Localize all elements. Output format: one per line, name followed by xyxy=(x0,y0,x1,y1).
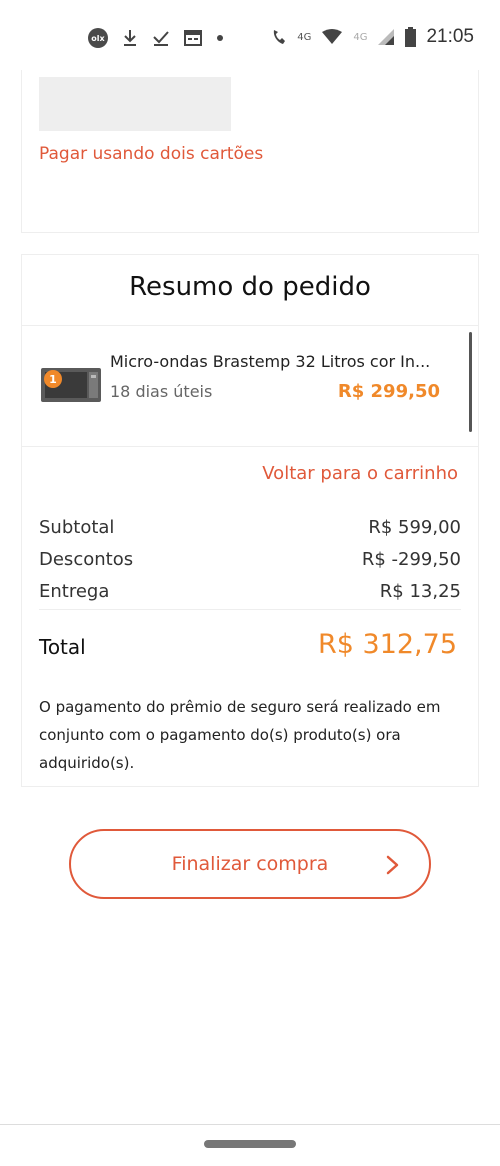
delivery-row: Entrega R$ 13,25 xyxy=(39,581,461,602)
divider xyxy=(39,609,461,610)
dot-icon xyxy=(216,34,224,42)
item-list-scrollbar[interactable] xyxy=(469,332,472,432)
finalize-purchase-label: Finalizar compra xyxy=(171,853,329,875)
total-value: R$ 312,75 xyxy=(318,629,457,660)
discounts-row: Descontos R$ -299,50 xyxy=(39,549,461,570)
home-gesture-bar[interactable] xyxy=(204,1140,296,1148)
nav-divider xyxy=(0,1124,500,1125)
delivery-time: 18 dias úteis xyxy=(110,382,213,401)
status-bar-notifications: olx xyxy=(88,28,224,48)
wifi-icon xyxy=(321,29,343,45)
order-summary-card: Resumo do pedido 1 Micro-ondas Brastemp … xyxy=(21,254,479,787)
product-price: R$ 299,50 xyxy=(337,381,440,402)
chevron-right-icon xyxy=(386,855,399,875)
wifi-call-icon xyxy=(271,28,287,46)
network-label: 4G xyxy=(297,31,312,43)
delivery-value: R$ 13,25 xyxy=(379,581,461,602)
quantity-badge: 1 xyxy=(44,370,62,388)
clock: 21:05 xyxy=(426,26,474,47)
delivery-label: Entrega xyxy=(39,581,110,602)
card-placeholder xyxy=(39,77,231,131)
olx-icon: olx xyxy=(88,28,108,48)
cart-item: 1 Micro-ondas Brastemp 32 Litros cor In.… xyxy=(22,325,478,447)
network-label-secondary: 4G xyxy=(353,31,368,43)
total-label: Total xyxy=(39,635,86,659)
discounts-value: R$ -299,50 xyxy=(361,549,461,570)
subtotal-row: Subtotal R$ 599,00 xyxy=(39,517,461,538)
summary-title: Resumo do pedido xyxy=(129,272,371,302)
battery-icon xyxy=(405,27,417,47)
insurance-note: O pagamento do prêmio de seguro será rea… xyxy=(39,698,441,772)
finalize-purchase-button[interactable]: Finalizar compra xyxy=(69,829,431,899)
back-to-cart-link[interactable]: Voltar para o carrinho xyxy=(262,463,458,484)
signal-icon xyxy=(377,28,395,46)
subtotal-label: Subtotal xyxy=(39,517,115,538)
status-bar-system: 4G 4G 21:05 xyxy=(271,26,474,48)
product-name: Micro-ondas Brastemp 32 Litros cor In... xyxy=(110,352,431,371)
status-bar: olx 4G 4G 21:05 xyxy=(0,0,500,78)
discounts-label: Descontos xyxy=(39,549,134,570)
subtotal-value: R$ 599,00 xyxy=(368,517,461,538)
download-icon xyxy=(122,29,138,47)
checkmark-icon xyxy=(152,29,170,47)
pay-with-two-cards-link[interactable]: Pagar usando dois cartões xyxy=(39,144,263,164)
payment-card: Pagar usando dois cartões xyxy=(21,70,479,233)
calendar-icon xyxy=(184,30,202,46)
